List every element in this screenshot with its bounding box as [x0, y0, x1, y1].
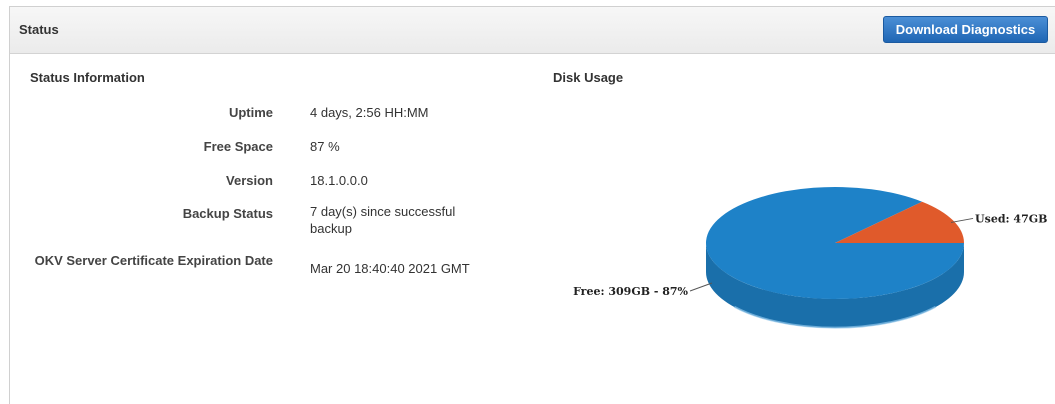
used-slice-label: Used: 47GB	[975, 212, 1047, 225]
free-slice-label: Free: 309GB - 87%	[573, 285, 688, 298]
used-leader-line	[950, 217, 974, 223]
disk-usage-chart: Used: 47GB Free: 309GB - 87%	[573, 186, 1047, 329]
free-leader-line	[689, 282, 713, 292]
